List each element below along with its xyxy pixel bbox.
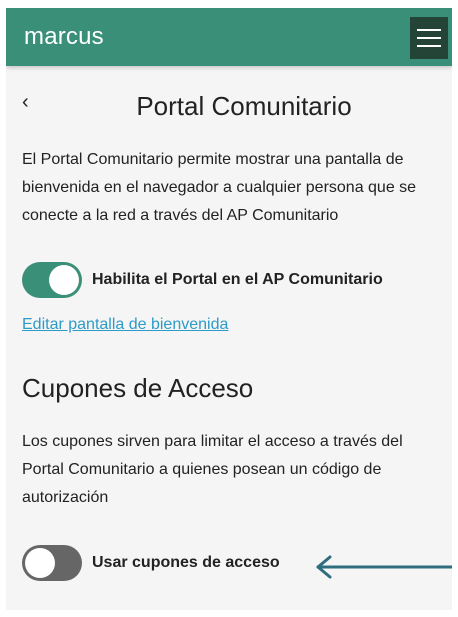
app-frame: marcus ‹ Portal Comunitario El Portal Co…	[6, 8, 452, 610]
toggle-knob	[25, 548, 55, 578]
page-title: Portal Comunitario	[136, 91, 352, 121]
portal-toggle-row: Habilita el Portal en el AP Comunitario	[22, 262, 442, 298]
portal-toggle-label[interactable]: Habilita el Portal en el AP Comunitario	[92, 262, 383, 298]
coupons-section-title: Cupones de Acceso	[22, 373, 254, 403]
arrow-left-icon	[316, 555, 452, 579]
brand-name: marcus	[24, 23, 104, 50]
coupons-toggle-switch[interactable]	[22, 545, 82, 581]
menu-button[interactable]	[410, 17, 448, 59]
top-app-bar: marcus	[6, 8, 452, 66]
edit-welcome-screen-link[interactable]: Editar pantalla de bienvenida	[22, 314, 228, 336]
portal-toggle-switch[interactable]	[22, 262, 82, 298]
coupons-description: Los cupones sirven para limitar el acces…	[22, 433, 403, 506]
portal-description: El Portal Comunitario permite mostrar un…	[22, 151, 417, 224]
coupons-toggle-label[interactable]: Usar cupones de acceso	[92, 545, 280, 581]
toggle-knob	[49, 265, 79, 295]
